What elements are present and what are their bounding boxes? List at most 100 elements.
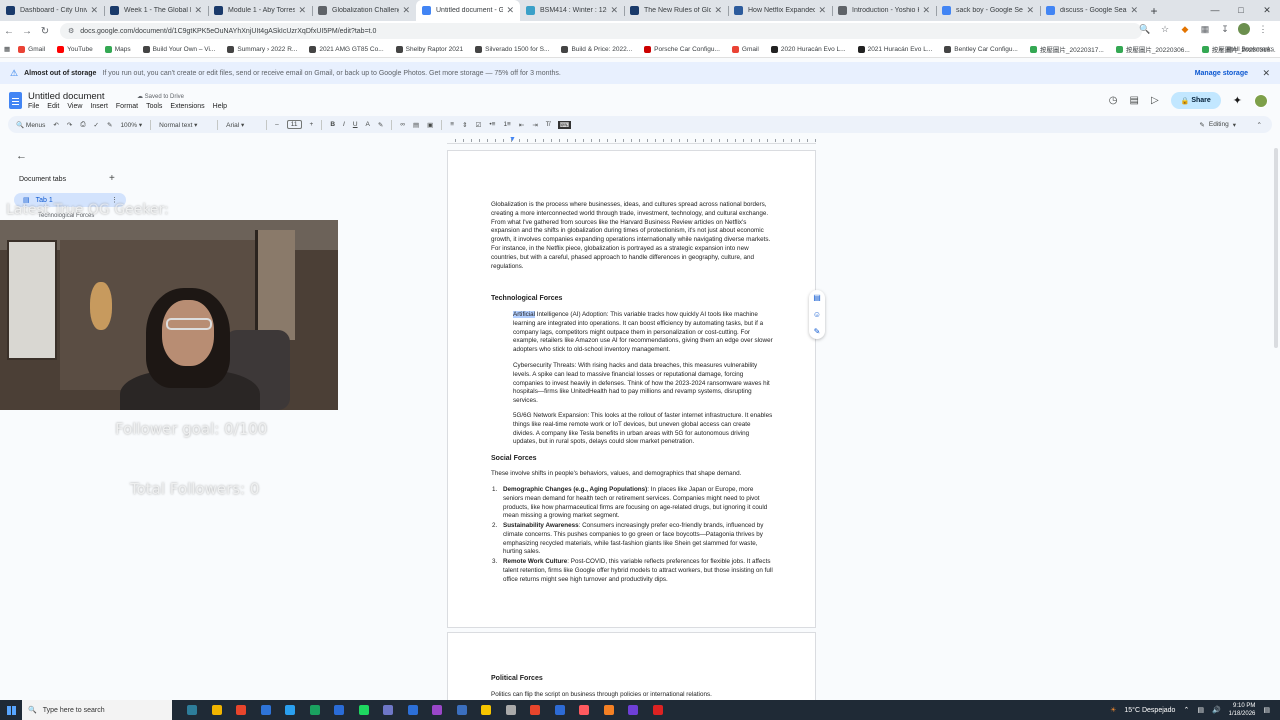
browser-tab[interactable]: Week 1 - The Global Econ✕	[104, 0, 208, 21]
menu-help[interactable]: Help	[213, 103, 227, 110]
highlight-icon[interactable]: ✎	[378, 121, 383, 129]
numbered-list-icon[interactable]: 1≡	[503, 121, 510, 128]
italic-icon[interactable]: I	[343, 121, 345, 128]
list-item[interactable]: 3. Remote Work Culture: Post-COVID, this …	[492, 558, 773, 584]
bold-icon[interactable]: B	[330, 121, 335, 128]
menu-view[interactable]: View	[67, 103, 82, 110]
browser-tab[interactable]: Dashboard - City Universi✕	[0, 0, 104, 21]
align-icon[interactable]: ≡	[450, 121, 454, 128]
social-forces-heading[interactable]: Social Forces	[491, 455, 537, 462]
browser-menu-icon[interactable]: ⋮	[1256, 24, 1270, 35]
forward-icon[interactable]: →	[18, 26, 36, 37]
ai-adoption-paragraph[interactable]: Artificial Intelligence (AI) Adoption: T…	[513, 311, 773, 355]
start-button[interactable]	[0, 700, 22, 720]
extension-icon[interactable]: ◆	[1178, 24, 1192, 35]
redo-icon[interactable]: ↷	[67, 121, 72, 129]
tray-chevron-icon[interactable]: ⌃	[1183, 706, 1189, 714]
print-icon[interactable]: ⎙	[80, 121, 85, 129]
close-tab-icon[interactable]: ✕	[1026, 5, 1034, 16]
taskbar-search[interactable]: 🔍 Type here to search	[22, 700, 172, 720]
taskbar-app-icon[interactable]	[180, 705, 205, 715]
close-tab-icon[interactable]: ✕	[922, 5, 930, 16]
bookmark-star-icon[interactable]: ☆	[1158, 24, 1172, 35]
add-comment-icon[interactable]: ▤	[811, 293, 823, 302]
taskbar-app-icon[interactable]	[376, 705, 401, 715]
bookmark-item[interactable]: Gmail	[731, 45, 759, 53]
close-tab-icon[interactable]: ✕	[90, 5, 98, 16]
clock[interactable]: 9:10 PM 1/18/2026	[1229, 702, 1256, 718]
social-intro-paragraph[interactable]: These involve shifts in people's behavio…	[491, 470, 781, 479]
browser-tab[interactable]: Untitled document - Goo✕	[416, 0, 520, 21]
all-bookmarks[interactable]: » ▤ All Bookmarks	[1219, 45, 1274, 54]
list-item[interactable]: 1. Demographic Changes (e.g., Aging Popul…	[492, 486, 773, 521]
font-size-input[interactable]: 11	[286, 120, 302, 129]
bookmark-item[interactable]: YouTube	[57, 45, 93, 53]
download-icon[interactable]: ↧	[1218, 24, 1232, 35]
text-color-icon[interactable]: A	[366, 121, 370, 128]
scrollbar[interactable]	[1274, 148, 1278, 348]
taskbar-app-icon[interactable]	[523, 705, 548, 715]
address-bar[interactable]: ⚙ docs.google.com/document/d/1C9gtKPK5eO…	[60, 23, 1142, 39]
image-icon[interactable]: ▣	[427, 121, 433, 129]
taskbar-app-icon[interactable]	[621, 705, 646, 715]
taskbar-app-icon[interactable]	[401, 705, 426, 715]
menu-format[interactable]: Format	[116, 103, 138, 110]
line-spacing-icon[interactable]: ⇕	[462, 121, 467, 129]
gemini-icon[interactable]: ✦	[1233, 94, 1242, 107]
weather-text[interactable]: 15°C Despejado	[1124, 707, 1175, 714]
browser-tab[interactable]: discuss - Google Search✕	[1040, 0, 1144, 21]
decrease-indent-icon[interactable]: ⇤	[519, 121, 524, 129]
share-button[interactable]: 🔒 Share	[1170, 92, 1221, 109]
increase-indent-icon[interactable]: ⇥	[532, 121, 537, 129]
account-avatar[interactable]	[1254, 93, 1268, 108]
zoom-select[interactable]: 100% ▾	[120, 121, 142, 129]
taskbar-app-icon[interactable]	[474, 705, 499, 715]
maximize-icon[interactable]: □	[1228, 0, 1254, 20]
political-intro-paragraph[interactable]: Politics can flip the script on business…	[491, 691, 781, 700]
network-icon[interactable]: ▤	[1197, 706, 1204, 714]
bookmark-item[interactable]: Build Your Own – Vi...	[142, 45, 215, 53]
new-tab-icon[interactable]: +	[1144, 1, 1164, 21]
browser-tab[interactable]: How Netflix Expanded to✕	[728, 0, 832, 21]
bookmark-item[interactable]: Porsche Car Configu...	[644, 45, 720, 53]
history-icon[interactable]: ◷	[1109, 95, 1118, 106]
taskbar-app-icon[interactable]	[352, 705, 377, 715]
taskbar-app-icon[interactable]	[205, 705, 230, 715]
spellcheck-icon[interactable]: ✓	[94, 121, 99, 129]
editing-mode-select[interactable]: ✎ Editing ▾	[1199, 121, 1236, 129]
taskbar-app-icon[interactable]	[646, 705, 671, 715]
bookmark-item[interactable]: Gmail	[18, 45, 45, 53]
undo-icon[interactable]: ↶	[53, 121, 58, 129]
browser-tab[interactable]: sack boy - Google Search✕	[936, 0, 1040, 21]
taskbar-app-icon[interactable]	[450, 705, 475, 715]
extensions-puzzle-icon[interactable]: ▦	[1198, 24, 1212, 35]
comments-icon[interactable]: ▤	[1129, 95, 1138, 106]
meet-icon[interactable]: ▷	[1151, 95, 1159, 106]
browser-tab[interactable]: BSM414 : Winter : 12631✕	[520, 0, 624, 21]
checklist-icon[interactable]: ☑	[476, 121, 482, 129]
bulleted-list-icon[interactable]: •≡	[489, 121, 495, 128]
taskbar-app-icon[interactable]	[254, 705, 279, 715]
taskbar-app-icon[interactable]	[572, 705, 597, 715]
taskbar-app-icon[interactable]	[499, 705, 524, 715]
browser-tab[interactable]: Globalization Challenges✕	[312, 0, 416, 21]
back-arrow-icon[interactable]: ←	[16, 150, 27, 162]
list-item[interactable]: 2. Sustainability Awareness: Consumers in…	[492, 522, 773, 557]
manage-storage-link[interactable]: Manage storage	[1195, 70, 1248, 77]
bookmark-item[interactable]: Shelby Raptor 2021	[395, 45, 463, 53]
bookmark-item[interactable]: 按壓圖片_20220306...	[1115, 44, 1190, 54]
suggest-edit-icon[interactable]: ✎	[811, 327, 823, 336]
close-tab-icon[interactable]: ✕	[818, 5, 826, 16]
underline-icon[interactable]: U	[353, 121, 358, 128]
ruler[interactable]: ▼	[447, 136, 816, 144]
close-tab-icon[interactable]: ✕	[610, 5, 618, 16]
font-select[interactable]: Arial ▾	[226, 121, 258, 129]
cybersecurity-paragraph[interactable]: Cybersecurity Threats: With rising hacks…	[513, 362, 773, 406]
menu-edit[interactable]: Edit	[47, 103, 59, 110]
bookmark-item[interactable]: 2021 AMG GT85 Co...	[309, 45, 384, 53]
indent-marker-icon[interactable]: ▼	[509, 136, 516, 143]
reload-icon[interactable]: ↻	[36, 26, 54, 37]
bookmark-item[interactable]: 按壓圖片_20220317...	[1029, 44, 1104, 54]
taskbar-app-icon[interactable]	[229, 705, 254, 715]
close-window-icon[interactable]: ✕	[1254, 0, 1280, 20]
